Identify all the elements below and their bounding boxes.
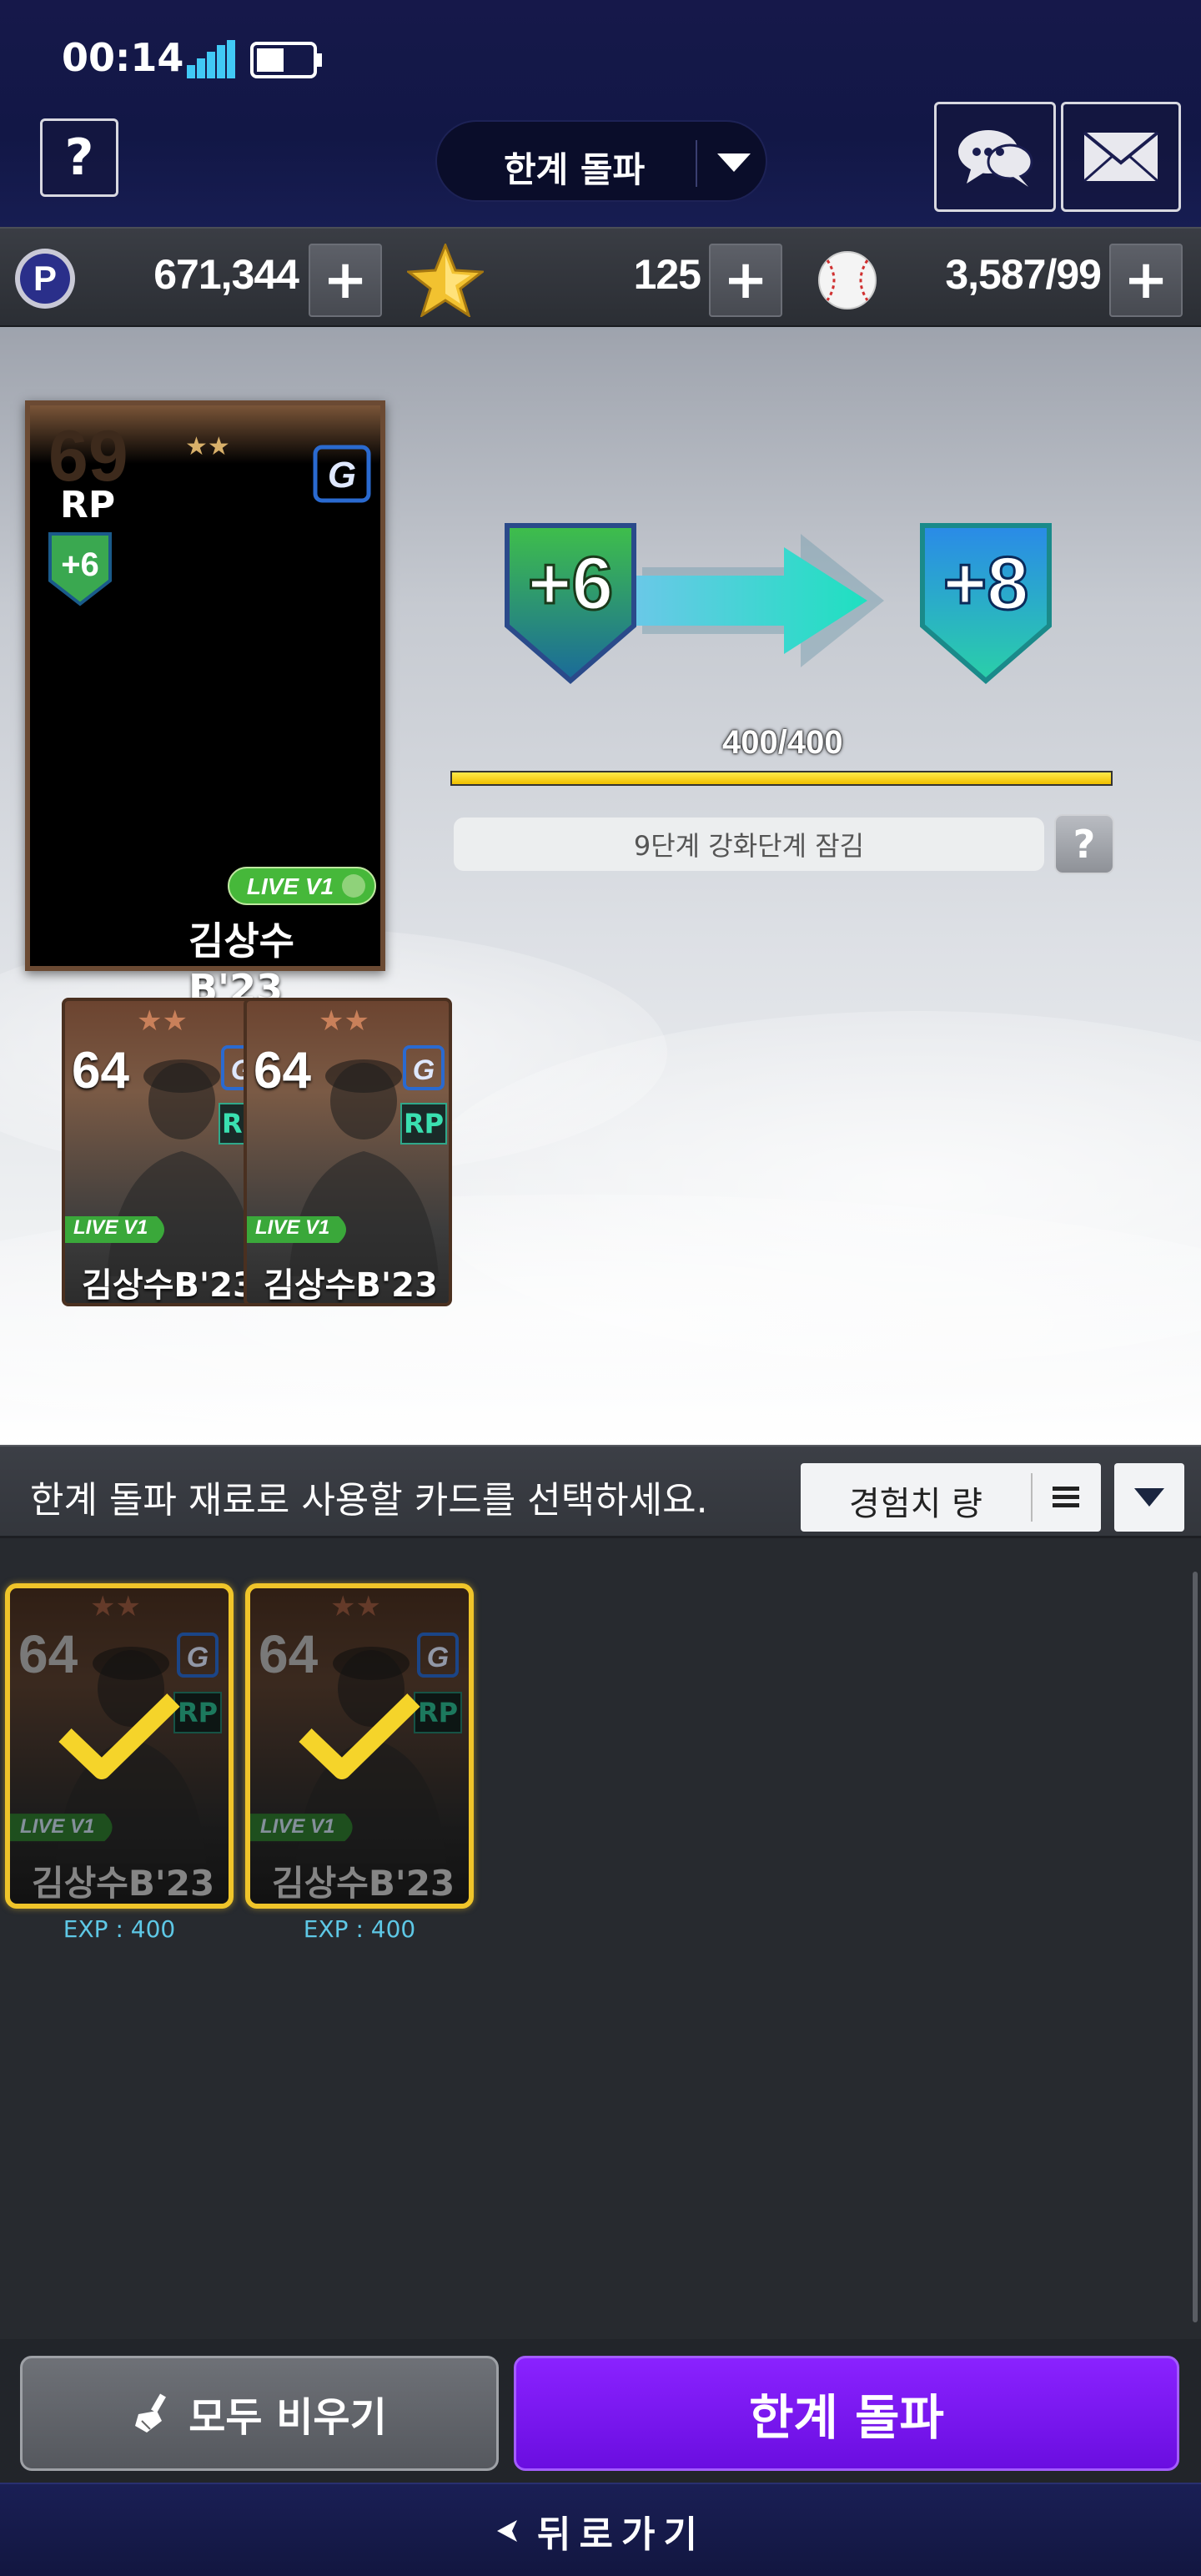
stars-value: 125: [633, 251, 701, 298]
team-logo-icon: G: [313, 445, 371, 503]
broom-icon: [135, 2393, 167, 2433]
add-points-button[interactable]: +: [309, 244, 382, 317]
card-stars: ★★: [319, 1004, 369, 1038]
card-ovr: 64: [254, 1042, 311, 1099]
from-level-text: +6: [528, 542, 614, 626]
p-coin-icon: P: [15, 249, 75, 309]
live-version-text: LIVE V1: [73, 1216, 148, 1239]
currency-bar: P 671,344 + 125 + 3,587/99 +: [0, 227, 1201, 327]
exp-progress-bar: [450, 771, 1113, 786]
gold-star-icon: [407, 244, 484, 317]
checkmark-icon: [299, 1693, 420, 1779]
from-level-badge: +6: [505, 523, 636, 684]
help-button[interactable]: ?: [40, 118, 118, 197]
back-arrow-icon: [497, 2520, 518, 2542]
signal-icon: [187, 40, 235, 78]
to-level-badge: +8: [920, 523, 1052, 684]
breakthrough-button[interactable]: 한계 돌파: [514, 2356, 1179, 2471]
chevron-down-icon: [717, 153, 751, 172]
mode-select-label: 한계 돌파: [504, 149, 646, 190]
baseball-icon: [818, 251, 877, 309]
mode-select[interactable]: 한계 돌파: [435, 120, 767, 202]
checkmark-icon: [58, 1693, 180, 1779]
card-name: 김상수B'23: [82, 1266, 256, 1305]
list-icon: [1053, 1487, 1079, 1507]
clear-all-label: 모두 비우기: [188, 2394, 387, 2441]
top-header: 00:14 ? 한계 돌파: [0, 0, 1201, 227]
add-stars-button[interactable]: +: [709, 244, 782, 317]
chat-button[interactable]: [934, 102, 1056, 212]
sort-direction-button[interactable]: [1114, 1463, 1184, 1532]
enhance-level-badge: +6: [48, 532, 112, 606]
card-ovr: 64: [72, 1042, 129, 1099]
selection-bar: 한계 돌파 재료로 사용할 카드를 선택하세요. 경험치 량: [0, 1445, 1201, 1538]
card-stars: ★★: [137, 1004, 188, 1038]
card-exp: EXP : 400: [303, 1915, 416, 1943]
points-value: 671,344: [153, 251, 299, 298]
exp-progress-label: 400/400: [722, 724, 843, 761]
selection-message: 한계 돌파 재료로 사용할 카드를 선택하세요.: [30, 1479, 708, 1522]
lock-help-button[interactable]: ?: [1054, 814, 1114, 874]
live-version-text: LIVE V1: [247, 873, 334, 899]
exp-progress-fill: [452, 772, 1111, 784]
sort-divider: [1031, 1473, 1033, 1522]
help-symbol: ?: [64, 128, 94, 187]
svg-text:P: P: [33, 259, 57, 298]
card-exp: EXP : 400: [63, 1915, 176, 1943]
mode-select-divider: [696, 140, 697, 187]
add-balls-button[interactable]: +: [1109, 244, 1183, 317]
balls-value: 3,587/99: [945, 251, 1102, 298]
list-card[interactable]: ★★ 64 G RP LIVE V1 김상수B'23: [245, 1583, 474, 1909]
badge-text: +6: [61, 546, 99, 583]
battery-icon: [250, 42, 322, 78]
breakthrough-label: 한계 돌파: [749, 2389, 944, 2446]
material-card[interactable]: ★★ 64 G RP LIVE V1 김상수B'23: [62, 998, 270, 1306]
team-logo-icon: G: [403, 1045, 445, 1090]
card-name: 김상수B'23: [188, 918, 294, 1011]
chevron-down-icon: [1134, 1488, 1164, 1507]
mail-button[interactable]: [1061, 102, 1181, 212]
enhance-arrow-graphic: +6 +8: [505, 523, 1052, 684]
list-scrollbar[interactable]: [1193, 1572, 1198, 2322]
sort-select[interactable]: 경험치 량: [801, 1463, 1101, 1532]
live-version-tag: LIVE V1: [65, 1213, 173, 1246]
chat-bubble-icon: [958, 130, 1033, 187]
card-stars: ★★: [185, 432, 230, 461]
material-card[interactable]: ★★ 64 G RP LIVE V1 김상수B'23: [244, 998, 452, 1306]
card-position: RP: [60, 484, 116, 526]
back-button[interactable]: 뒤로가기: [0, 2484, 1201, 2576]
svg-text:G: G: [413, 1054, 435, 1086]
live-version-tag: LIVE V1: [247, 1213, 355, 1246]
status-time: 00:14: [62, 35, 184, 80]
card-name: 김상수B'23: [264, 1266, 438, 1305]
card-list[interactable]: ★★ 64 G RP LIVE V1 김상수B'23 EXP : 400 ★★ 64 G RP LIV…: [0, 1538, 1201, 2339]
clear-all-button[interactable]: 모두 비우기: [20, 2356, 499, 2471]
live-version-text: LIVE V1: [255, 1216, 330, 1239]
sort-label: 경험치 량: [849, 1485, 982, 1523]
live-version-tag: LIVE V1: [228, 867, 376, 905]
footer: 모두 비우기 한계 돌파: [0, 2339, 1201, 2483]
card-position: RP: [400, 1103, 447, 1145]
back-bar[interactable]: 뒤로가기: [0, 2483, 1201, 2576]
back-label: 뒤로가기: [537, 2513, 706, 2556]
svg-text:G: G: [328, 455, 356, 496]
lock-message: 9단계 강화단계 잠김: [454, 818, 1044, 871]
target-card[interactable]: 69 RP ★★ G +6 LIVE V1 김상수B'23: [25, 400, 385, 1011]
to-level-text: +8: [943, 542, 1029, 626]
envelope-icon: [1083, 131, 1159, 183]
list-card[interactable]: ★★ 64 G RP LIVE V1 김상수B'23: [5, 1583, 234, 1909]
